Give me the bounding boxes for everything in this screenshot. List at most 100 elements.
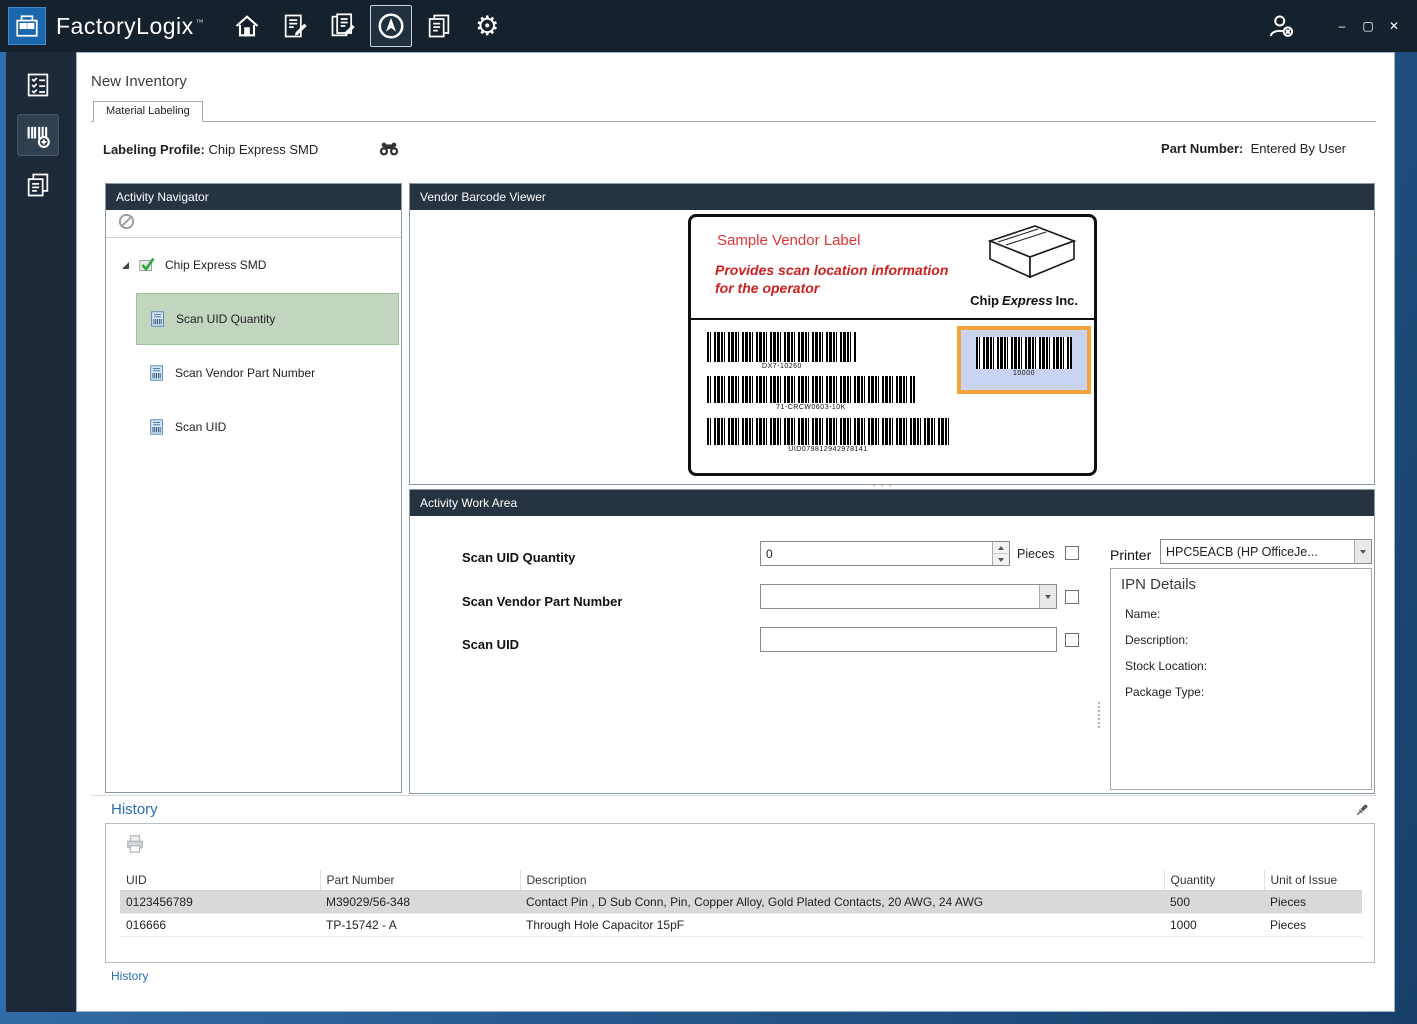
cell-part-number: TP-15742 - A bbox=[320, 914, 520, 937]
left-rail bbox=[0, 52, 76, 1012]
scan-uid-input[interactable] bbox=[760, 627, 1057, 652]
scan-vendor-part-number-checkbox[interactable] bbox=[1065, 590, 1079, 604]
print-icon[interactable] bbox=[124, 834, 148, 856]
scan-vendor-part-number-select[interactable] bbox=[760, 584, 1057, 609]
tree-item-scan-uid-quantity[interactable]: Scan UID Quantity bbox=[136, 293, 399, 345]
vendor-label-subtext: Provides scan location information for t… bbox=[715, 261, 955, 297]
app-name: FactoryLogix™ bbox=[56, 13, 204, 40]
history-row-2[interactable]: 016666 TP-15742 - A Through Hole Capacit… bbox=[120, 914, 1362, 937]
cell-description: Through Hole Capacitor 15pF bbox=[520, 914, 1164, 937]
titlebar: FactoryLogix™ bbox=[0, 0, 1417, 52]
cell-uid: 016666 bbox=[120, 914, 320, 937]
column-header-part-number[interactable]: Part Number bbox=[320, 870, 520, 891]
vendor-label-heading: Sample Vendor Label bbox=[717, 232, 860, 249]
printer-value: HPC5EACB (HP OfficeJe... bbox=[1161, 540, 1354, 563]
spinner-up-button[interactable] bbox=[993, 542, 1009, 554]
panel-splitter-handle[interactable] bbox=[869, 482, 895, 487]
printer-select[interactable]: HPC5EACB (HP OfficeJe... bbox=[1160, 539, 1372, 564]
labeling-profile-value: Chip Express SMD bbox=[208, 142, 318, 157]
dropdown-arrow-icon[interactable] bbox=[1039, 585, 1056, 608]
vendor-part-number-value bbox=[761, 585, 1039, 608]
column-header-description[interactable]: Description bbox=[520, 870, 1164, 891]
spinner-down-button[interactable] bbox=[993, 554, 1009, 565]
cell-part-number: M39029/56-348 bbox=[320, 891, 520, 914]
column-header-quantity[interactable]: Quantity bbox=[1164, 870, 1264, 891]
sample-vendor-label: Sample Vendor Label Provides scan locati… bbox=[688, 214, 1097, 476]
history-toolbar bbox=[106, 824, 1374, 866]
dropdown-arrow-icon[interactable] bbox=[1354, 540, 1371, 563]
activity-navigator-panel: Activity Navigator Chip Express SMD Scan bbox=[105, 183, 402, 793]
column-header-uid[interactable]: UID bbox=[120, 870, 320, 891]
vendor-barcode-1: DX7-10260 bbox=[707, 332, 857, 370]
settings-gear-icon[interactable]: ⚙ bbox=[466, 5, 508, 47]
tree-item-label: Scan UID Quantity bbox=[176, 312, 275, 326]
activity-doc-icon bbox=[148, 364, 166, 382]
history-header-row: UID Part Number Description Quantity Uni… bbox=[120, 870, 1362, 891]
tree-item-label: Scan Vendor Part Number bbox=[175, 366, 315, 380]
scan-uid-quantity-input[interactable]: 0 bbox=[760, 541, 1010, 566]
close-button[interactable]: ✕ bbox=[1383, 15, 1405, 37]
main-content: New Inventory Material Labeling Labeling… bbox=[76, 52, 1395, 1012]
highlighted-quantity-barcode: 10000 bbox=[957, 326, 1091, 394]
tree-item-scan-vendor-part-number[interactable]: Scan Vendor Part Number bbox=[136, 347, 399, 399]
history-link[interactable]: History bbox=[111, 969, 148, 983]
tree-item-label: Scan UID bbox=[175, 420, 226, 434]
barcode-caption: UID079812942978141 bbox=[707, 446, 949, 453]
user-status-icon[interactable] bbox=[1261, 6, 1301, 46]
history-table: UID Part Number Description Quantity Uni… bbox=[120, 870, 1362, 937]
scan-uid-checkbox[interactable] bbox=[1065, 633, 1079, 647]
cell-description: Contact Pin , D Sub Conn, Pin, Copper Al… bbox=[520, 891, 1164, 914]
ipn-description-label: Description: bbox=[1111, 621, 1371, 647]
materials-icon[interactable] bbox=[322, 5, 364, 47]
binoculars-icon[interactable] bbox=[378, 141, 400, 157]
maximize-button[interactable]: ▢ bbox=[1357, 15, 1379, 37]
ipn-details-groupbox: IPN Details Name: Description: Stock Loc… bbox=[1110, 568, 1372, 790]
planning-icon[interactable] bbox=[274, 5, 316, 47]
trademark: ™ bbox=[196, 18, 205, 27]
chip-package-drawing bbox=[980, 221, 1080, 288]
ipn-package-type-label: Package Type: bbox=[1111, 673, 1371, 699]
history-row-1[interactable]: 0123456789 M39029/56-348 Contact Pin , D… bbox=[120, 891, 1362, 914]
tree-root-label: Chip Express SMD bbox=[165, 258, 266, 272]
documents-icon[interactable] bbox=[418, 5, 460, 47]
cancel-slash-icon[interactable] bbox=[118, 213, 135, 235]
work-area-splitter-handle[interactable] bbox=[1098, 702, 1102, 728]
quantity-unit-label: Pieces bbox=[1017, 547, 1055, 561]
ipn-name-label: Name: bbox=[1111, 593, 1371, 621]
vendor-barcode-viewer-panel: Vendor Barcode Viewer Sample Vendor Labe… bbox=[409, 183, 1375, 485]
column-header-unit-of-issue[interactable]: Unit of Issue bbox=[1264, 870, 1362, 891]
receiving-checklist-icon[interactable] bbox=[17, 64, 59, 106]
part-number-label: Part Number: bbox=[1161, 141, 1243, 156]
activity-doc-icon bbox=[149, 310, 167, 328]
activity-work-area-panel: Activity Work Area Scan UID Quantity 0 P… bbox=[409, 489, 1375, 794]
navigator-toolbar bbox=[106, 210, 401, 238]
scan-vendor-part-number-label: Scan Vendor Part Number bbox=[462, 594, 622, 609]
profile-row: Labeling Profile: Chip Express SMD Part … bbox=[103, 141, 1346, 161]
tree-item-scan-uid[interactable]: Scan UID bbox=[136, 401, 399, 453]
minimize-button[interactable]: – bbox=[1331, 15, 1353, 37]
scan-uid-label: Scan UID bbox=[462, 637, 519, 652]
cell-unit-of-issue: Pieces bbox=[1264, 891, 1362, 914]
expand-arrow-icon[interactable] bbox=[122, 262, 129, 269]
copy-labels-icon[interactable] bbox=[17, 164, 59, 206]
home-icon[interactable] bbox=[226, 5, 268, 47]
quantity-value: 0 bbox=[761, 542, 992, 565]
pin-icon[interactable] bbox=[1353, 801, 1371, 819]
vendor-company-name: ChipExpressInc. bbox=[970, 293, 1078, 308]
cell-uid: 0123456789 bbox=[120, 891, 320, 914]
vendor-barcode-2: 71-CRCW0603-10K bbox=[707, 376, 915, 411]
new-inventory-barcode-icon[interactable] bbox=[17, 114, 59, 156]
quantity-spinner bbox=[992, 542, 1009, 565]
scan-uid-quantity-checkbox[interactable] bbox=[1065, 546, 1079, 560]
tab-strip: Material Labeling bbox=[91, 101, 1376, 122]
cell-unit-of-issue: Pieces bbox=[1264, 914, 1362, 937]
labeling-profile-label: Labeling Profile: bbox=[103, 142, 205, 157]
part-number-value: Entered By User bbox=[1251, 141, 1346, 156]
activity-doc-icon bbox=[148, 418, 166, 436]
production-icon[interactable] bbox=[370, 5, 412, 47]
profile-check-icon bbox=[137, 255, 157, 275]
tree-root-chip-express-smd[interactable]: Chip Express SMD bbox=[106, 238, 401, 292]
tab-material-labeling[interactable]: Material Labeling bbox=[93, 101, 203, 122]
history-panel: UID Part Number Description Quantity Uni… bbox=[105, 823, 1375, 963]
activity-navigator-header: Activity Navigator bbox=[106, 184, 401, 210]
